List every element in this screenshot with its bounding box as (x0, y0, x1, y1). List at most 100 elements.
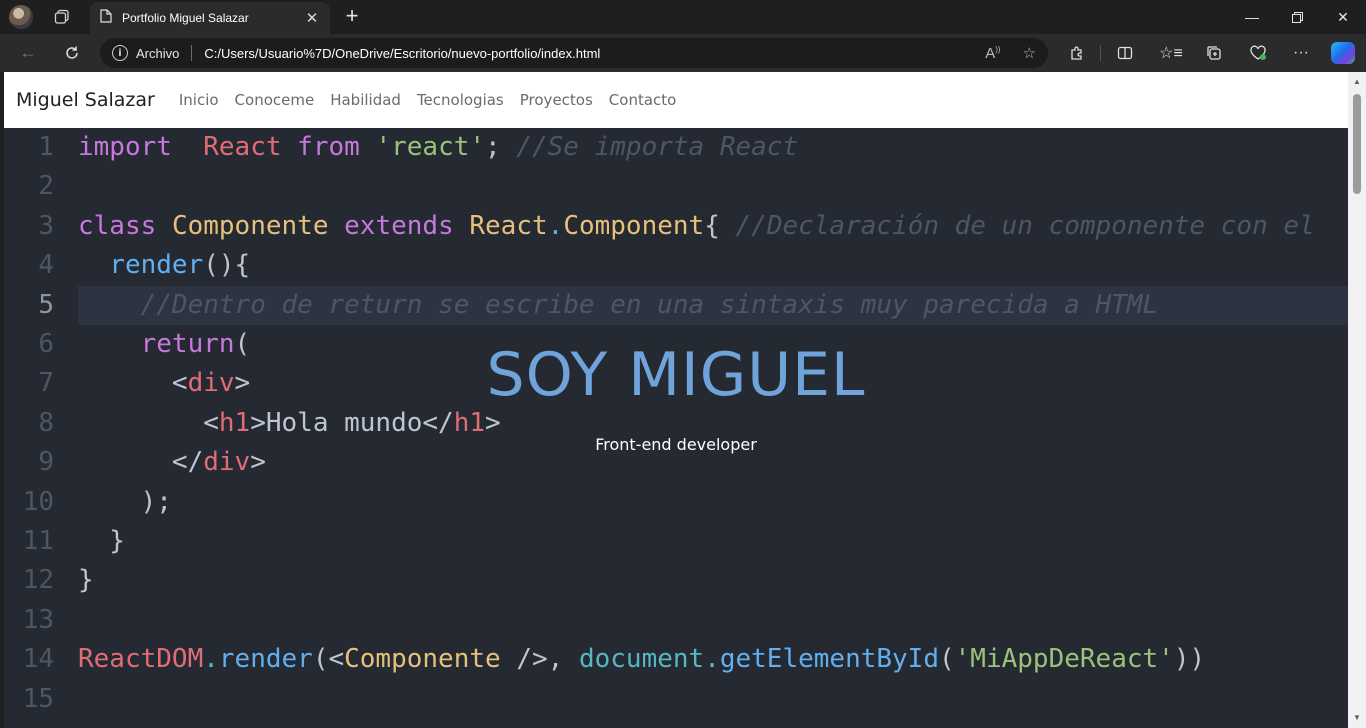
code-token: } (78, 526, 125, 556)
code-token: //Declaración de un componente con el (735, 210, 1315, 241)
line-number: 3 (38, 210, 54, 241)
code-line: 3 class Componente extends React.Componen… (4, 207, 1348, 246)
address-bar[interactable]: i Archivo C:/Users/Usuario%7D/OneDrive/E… (100, 38, 1048, 68)
collections-icon[interactable] (1200, 40, 1228, 66)
more-options-icon[interactable]: ··· (1287, 40, 1315, 66)
code-token: ( (939, 644, 955, 675)
code-token: >Hola mundo</ (250, 407, 454, 438)
line-number: 10 (22, 486, 54, 517)
code-text: render(){ (78, 246, 250, 285)
restore-icon[interactable] (1274, 0, 1320, 34)
code-token: import (78, 132, 172, 162)
code-text: } (78, 522, 125, 561)
address-separator (191, 45, 193, 61)
refresh-icon[interactable] (58, 40, 86, 66)
code-line: 11 } (4, 522, 1348, 561)
favorite-star-icon[interactable]: ☆ (1023, 44, 1036, 62)
line-number: 12 (22, 565, 54, 596)
tab-title: Portfolio Miguel Salazar (122, 11, 249, 25)
code-line: 15 (4, 680, 1348, 719)
line-number: 4 (38, 250, 54, 281)
nav-link-habilidad[interactable]: Habilidad (330, 91, 401, 109)
favorites-icon[interactable]: ☆≡ (1157, 40, 1185, 66)
code-token: />, (500, 644, 579, 675)
nav-link-proyectos[interactable]: Proyectos (520, 91, 593, 109)
back-arrow-icon[interactable]: ← (14, 40, 42, 66)
code-token: h1 (453, 407, 486, 438)
code-token: ReactDOM (78, 644, 204, 675)
code-line: 12} (4, 561, 1348, 600)
copilot-icon[interactable] (1331, 42, 1355, 64)
code-text: //Dentro de return se escribe en una sin… (78, 286, 1158, 325)
new-tab-icon[interactable]: + (339, 4, 365, 30)
line-number: 2 (38, 171, 54, 202)
workspaces-icon[interactable] (48, 4, 76, 30)
line-number: 5 (38, 289, 54, 320)
line-number: 1 (38, 132, 54, 162)
scrollbar-thumb[interactable] (1353, 94, 1361, 194)
code-token: h1 (218, 407, 251, 438)
code-token: } (78, 565, 94, 596)
code-token: class (78, 210, 157, 241)
page-viewport: Miguel Salazar Inicio Conoceme Habilidad… (4, 72, 1366, 728)
code-token: (){ (203, 250, 251, 281)
site-brand[interactable]: Miguel Salazar (16, 89, 155, 111)
code-token: document (578, 644, 705, 675)
code-token: //Dentro de return se escribe en una sin… (140, 289, 1159, 320)
code-text: ); (78, 483, 172, 522)
url-text[interactable]: C:/Users/Usuario%7D/OneDrive/Escritorio/… (204, 46, 963, 61)
code-token: Componente (344, 644, 501, 675)
line-number: 13 (22, 604, 54, 635)
scroll-up-icon[interactable]: ▲ (1348, 74, 1366, 90)
code-token: . (704, 644, 720, 675)
code-line: 4 render(){ (4, 246, 1348, 285)
code-line: 14 ReactDOM.render(<Componente />, docume… (4, 640, 1348, 679)
page-scrollbar[interactable]: ▲ ▼ (1348, 72, 1366, 728)
code-token: (< (312, 644, 345, 675)
code-line: 2 (4, 167, 1348, 206)
nav-link-inicio[interactable]: Inicio (179, 91, 219, 109)
split-screen-icon[interactable] (1111, 40, 1139, 66)
code-token: Component (563, 210, 705, 241)
code-token: ); (78, 486, 172, 517)
code-token: React (469, 210, 548, 241)
code-line: 13 (4, 601, 1348, 640)
code-token: //Se importa React (500, 132, 799, 162)
browser-essentials-icon[interactable] (1244, 40, 1272, 66)
nav-link-tecnologias[interactable]: Tecnologias (417, 91, 504, 109)
read-aloud-icon[interactable]: A)) (985, 45, 1000, 62)
code-token: > (485, 407, 501, 438)
close-window-icon[interactable]: ✕ (1320, 0, 1366, 34)
tab-close-icon[interactable]: ✕ (304, 9, 320, 27)
code-token: React (203, 132, 282, 162)
code-line: 5 //Dentro de return se escribe en una s… (4, 285, 1348, 326)
page-file-icon (100, 8, 112, 28)
code-line: 10 ); (4, 483, 1348, 522)
code-token: from (281, 132, 360, 162)
scroll-down-icon[interactable]: ▼ (1348, 710, 1366, 726)
nav-link-contacto[interactable]: Contacto (609, 91, 677, 109)
code-line: 1 import React from 'react'; //Se importa… (4, 128, 1348, 167)
code-token: { (704, 210, 736, 241)
line-number: 15 (22, 683, 54, 714)
info-icon[interactable]: i (112, 45, 128, 61)
minimize-icon[interactable]: — (1229, 0, 1275, 34)
site-navbar: Miguel Salazar Inicio Conoceme Habilidad… (4, 72, 1348, 128)
code-text: class Componente extends React.Component… (78, 207, 1315, 246)
code-token: . (203, 644, 219, 675)
hero-title: SOY MIGUEL (486, 340, 866, 410)
profile-avatar[interactable] (9, 5, 33, 29)
extensions-icon[interactable] (1063, 40, 1091, 66)
browser-toolbar: ← i Archivo C:/Users/Usuario%7D/OneDrive… (0, 34, 1366, 72)
code-text: } (78, 561, 94, 600)
code-token: . (547, 210, 564, 241)
nav-link-conoceme[interactable]: Conoceme (235, 91, 315, 109)
browser-tab[interactable]: Portfolio Miguel Salazar ✕ (90, 2, 330, 34)
